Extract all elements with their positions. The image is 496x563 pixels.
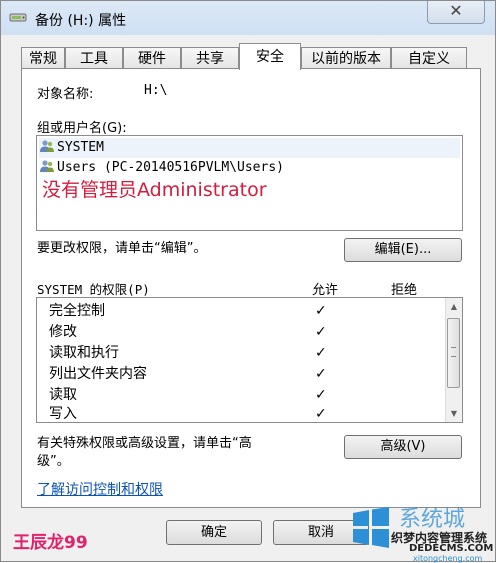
drive-icon [9, 13, 27, 22]
scroll-down-icon[interactable]: ▼ [446, 405, 462, 422]
user-group-icon [40, 160, 54, 172]
tab-strip: 常规 工具 硬件 共享 安全 以前的版本 自定义 [21, 43, 481, 70]
object-name-label: 对象名称: [37, 87, 94, 102]
tab-hardware[interactable]: 硬件 [123, 47, 181, 69]
change-permissions-hint: 要更改权限，请单击“编辑”。 [37, 241, 207, 256]
tab-customize[interactable]: 自定义 [391, 47, 467, 69]
learn-access-control-link[interactable]: 了解访问控制和权限 [37, 479, 163, 499]
tab-security[interactable]: 安全 [239, 43, 301, 70]
permission-read: 读取 [49, 387, 77, 403]
permission-read-execute: 读取和执行 [49, 345, 119, 361]
tab-tools[interactable]: 工具 [65, 47, 123, 69]
tab-general[interactable]: 常规 [21, 47, 65, 69]
watermark-logo: 系统城 织梦内容管理系统 DEDECMS.COM xitongcheng.com [347, 501, 496, 563]
user-group-icon [40, 140, 54, 152]
permission-modify: 修改 [49, 324, 77, 340]
allow-check-read-execute: ✓ [315, 345, 327, 361]
ok-button[interactable]: 确定 [166, 520, 262, 545]
grip-icon [451, 347, 456, 357]
advanced-hint-line2: 级”。 [37, 454, 70, 469]
allow-header: 允许 [312, 283, 339, 298]
list-item-system[interactable]: SYSTEM [39, 138, 460, 158]
allow-check-write: ✓ [315, 406, 327, 422]
advanced-button[interactable]: 高级(V) [344, 435, 462, 459]
properties-window: 备份 (H:) 属性 ✕ 常规 工具 硬件 共享 安全 以前的版本 自定义 对象… [0, 0, 496, 563]
deny-header: 拒绝 [391, 283, 418, 298]
permissions-scrollbar[interactable]: ▲ ▼ [445, 298, 462, 422]
windows-logo-icon [353, 507, 389, 548]
allow-check-read: ✓ [315, 387, 327, 403]
watermark-author: 王辰龙99 [13, 533, 88, 553]
object-name-value: H:\ [144, 83, 168, 98]
permission-full-control: 完全控制 [49, 303, 105, 319]
allow-check-full-control: ✓ [315, 303, 327, 319]
close-icon: ✕ [449, 1, 463, 20]
group-users-label: 组或用户名(G): [37, 121, 127, 136]
user-name: SYSTEM [57, 140, 104, 155]
allow-check-modify: ✓ [315, 324, 327, 340]
tab-previous-versions[interactable]: 以前的版本 [301, 47, 391, 69]
permission-list-folder: 列出文件夹内容 [49, 366, 147, 382]
tab-sharing[interactable]: 共享 [181, 47, 239, 69]
red-annotation: 没有管理员Administrator [42, 179, 267, 201]
permissions-header: SYSTEM 的权限(P) [37, 282, 150, 297]
security-panel: 对象名称: H:\ 组或用户名(G): SYSTEM Users (PC-201… [21, 68, 481, 508]
permission-write: 写入 [49, 406, 77, 422]
title-bar[interactable]: 备份 (H:) 属性 ✕ [1, 1, 495, 35]
user-name: Users (PC-20140516PVLM\Users) [57, 160, 284, 175]
allow-check-list-folder: ✓ [315, 366, 327, 382]
scroll-up-icon[interactable]: ▲ [446, 298, 462, 315]
logo-domain: DEDECMS.COM [409, 543, 494, 554]
close-button[interactable]: ✕ [427, 1, 485, 24]
permissions-list[interactable]: 完全控制 ✓ 修改 ✓ 读取和执行 ✓ 列出文件夹内容 ✓ 读取 ✓ 写入 ✓ … [36, 297, 463, 423]
window-title: 备份 (H:) 属性 [35, 13, 127, 29]
advanced-hint-line1: 有关特殊权限或高级设置，请单击“高 [37, 436, 252, 451]
scroll-thumb[interactable] [447, 318, 460, 388]
edit-button[interactable]: 编辑(E)... [344, 238, 462, 262]
